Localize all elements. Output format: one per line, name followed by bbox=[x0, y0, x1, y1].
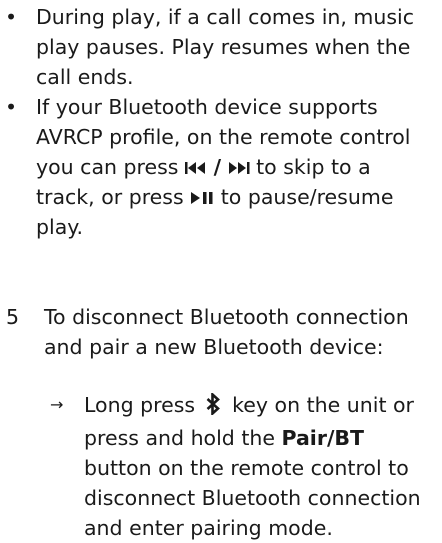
pair-bt-button-label: Pair/BT bbox=[281, 426, 365, 450]
manual-page: • During play, if a call comes in, music… bbox=[0, 0, 442, 540]
step-5: 5 To disconnect Bluetooth connection and… bbox=[0, 302, 442, 362]
result-arrow: → bbox=[50, 395, 64, 414]
track-separator: / bbox=[213, 155, 222, 179]
bullet-text: During play, if a call comes in, music p… bbox=[36, 5, 415, 89]
bluetooth-icon bbox=[206, 391, 220, 423]
bullet-item-call-pause: • During play, if a call comes in, music… bbox=[0, 2, 442, 92]
step-text: To disconnect Bluetooth connection and p… bbox=[44, 305, 409, 359]
bullet-symbol: • bbox=[5, 95, 18, 119]
bullet-symbol: • bbox=[5, 5, 18, 29]
step-5-result: → Long press key on the unit or press an… bbox=[0, 390, 442, 543]
next-track-icon bbox=[228, 161, 250, 175]
previous-track-icon bbox=[185, 161, 207, 175]
result-text-end: button on the remote control to disconne… bbox=[84, 456, 421, 540]
result-text: Long press key on the unit or press and … bbox=[0, 390, 442, 543]
step-number: 5 bbox=[6, 305, 20, 329]
bullet-list: • During play, if a call comes in, music… bbox=[0, 2, 442, 242]
result-text-before: Long press bbox=[84, 393, 196, 417]
play-pause-icon bbox=[190, 191, 214, 205]
bullet-item-avrcp: • If your Bluetooth device supports AVRC… bbox=[0, 92, 442, 242]
